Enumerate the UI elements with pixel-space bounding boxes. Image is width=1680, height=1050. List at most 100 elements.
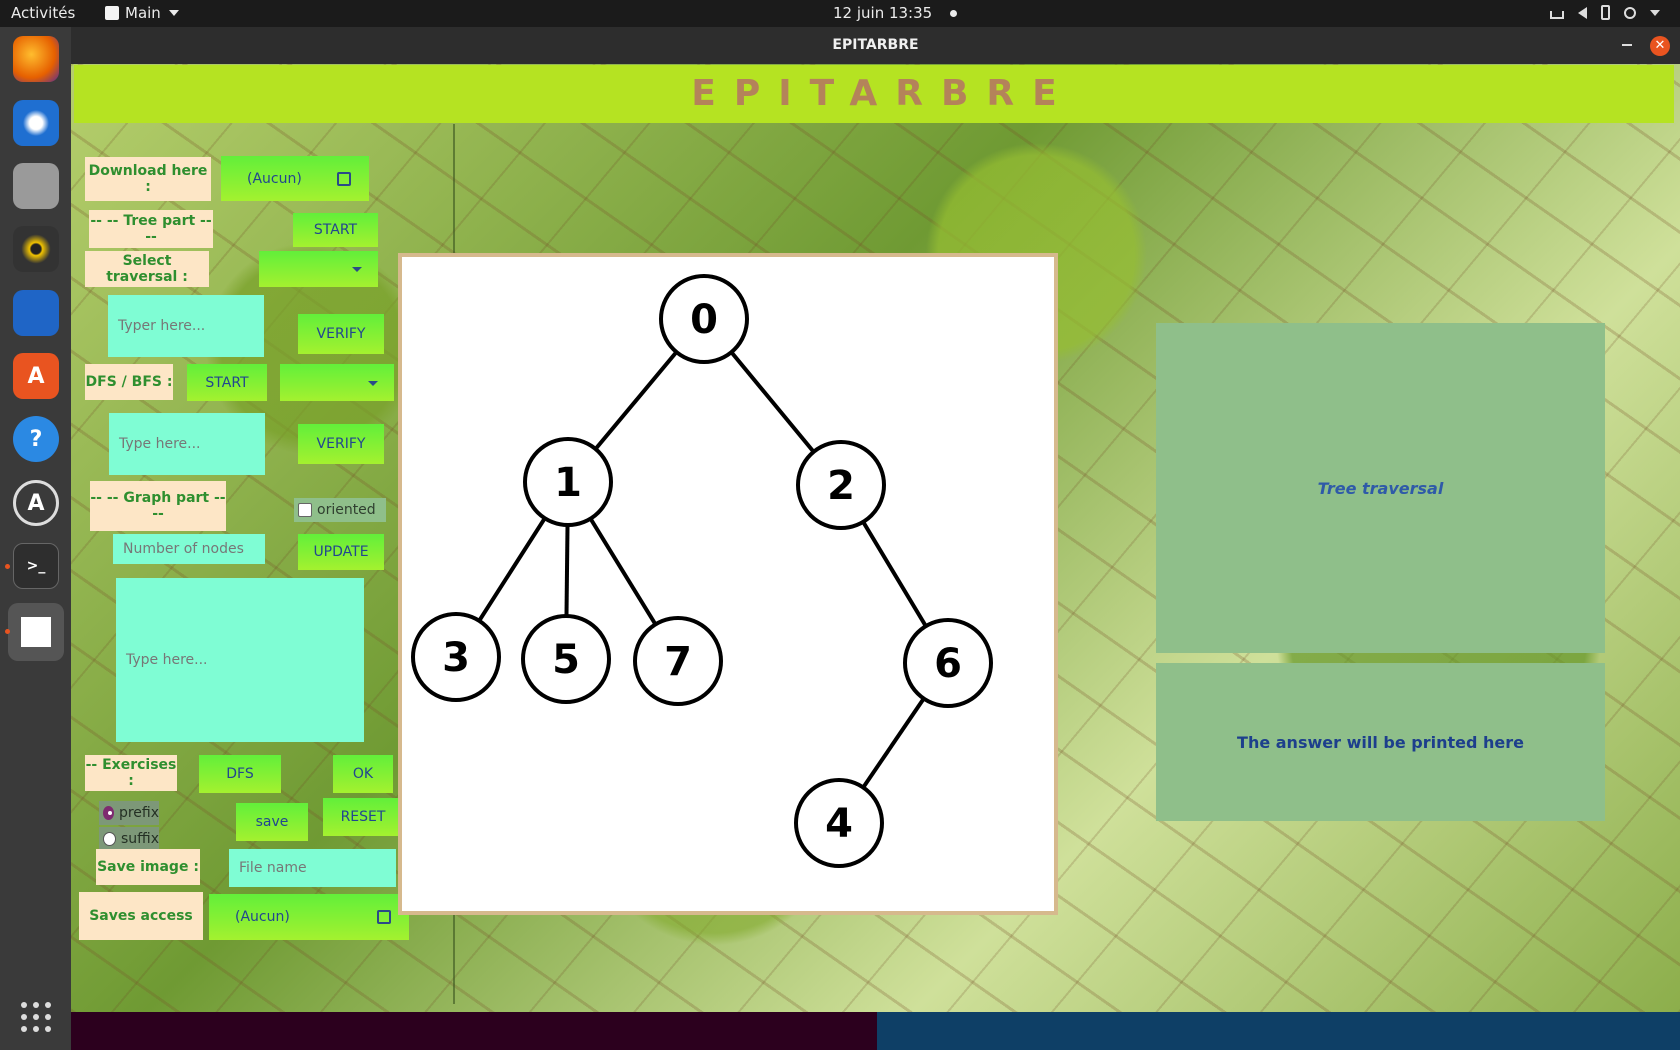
traversal-title: Tree traversal — [1317, 478, 1444, 498]
tree-node-0: 0 — [659, 274, 749, 364]
verify-traversal-button[interactable]: VERIFY — [298, 314, 384, 354]
prefix-radio[interactable]: prefix — [99, 801, 159, 825]
traversal-panel: Tree traversal — [1156, 323, 1605, 653]
tree-node-5: 5 — [521, 614, 611, 704]
epitarbre-app-icon[interactable] — [8, 603, 64, 661]
download-label: Download here : — [85, 157, 211, 201]
tree-start-button[interactable]: START — [293, 213, 378, 247]
clock-datetime: 12 juin 13:35 — [833, 4, 933, 22]
running-indicator — [5, 564, 10, 569]
running-indicator — [5, 629, 10, 634]
software-center-icon[interactable]: A — [13, 353, 59, 399]
download-file-chooser[interactable]: (Aucun) — [221, 156, 369, 201]
chevron-down-icon — [1650, 9, 1660, 16]
answer-panel: The answer will be printed here — [1156, 663, 1605, 821]
file-name-input[interactable]: File name — [229, 849, 396, 887]
select-traversal-label: Select traversal : — [85, 251, 209, 287]
minimize-icon[interactable] — [1622, 44, 1632, 46]
traversal-input[interactable]: Typer here... — [108, 295, 264, 357]
ok-button[interactable]: OK — [333, 755, 393, 793]
reset-button[interactable]: RESET — [323, 798, 403, 836]
taskbar-strip — [71, 1012, 1680, 1050]
answer-text: The answer will be printed here — [1237, 732, 1524, 752]
chevron-down-icon — [168, 10, 179, 16]
tree-node-4: 4 — [794, 778, 884, 868]
activities-button[interactable]: Activités — [11, 4, 75, 22]
chevron-down-icon — [352, 267, 362, 272]
show-applications-icon[interactable] — [21, 1002, 51, 1032]
tree-part-label: -- -- Tree part -- -- — [89, 210, 213, 248]
save-button[interactable]: save — [236, 803, 308, 841]
tree-node-7: 7 — [633, 616, 723, 706]
download-file-value: (Aucun) — [247, 170, 302, 187]
traversal-select[interactable] — [259, 251, 378, 287]
update-button[interactable]: UPDATE — [298, 534, 384, 570]
graph-part-label: -- -- Graph part -- -- — [90, 481, 226, 531]
prefix-label: prefix — [118, 805, 159, 821]
clock[interactable]: 12 juin 13:35 — [833, 4, 958, 22]
tree-graph: 0 1 2 3 5 7 6 4 — [411, 274, 993, 868]
exercises-label: -- Exercises : — [85, 755, 177, 791]
software-updater-icon[interactable]: A — [13, 480, 59, 526]
notification-dot-icon — [950, 9, 958, 17]
tree-node-6: 6 — [903, 618, 993, 708]
suffix-label: suffix — [121, 831, 159, 847]
help-icon[interactable]: ? — [13, 416, 59, 462]
saves-file-chooser[interactable]: (Aucun) — [209, 894, 409, 940]
tree-node-label: 7 — [664, 639, 692, 685]
verify-dfs-button[interactable]: VERIFY — [298, 424, 384, 464]
terminal-icon[interactable]: >_ — [13, 543, 59, 589]
dock: A ? A >_ — [0, 27, 71, 1050]
number-of-nodes-input[interactable]: Number of nodes — [113, 534, 265, 564]
tree-node-2: 2 — [796, 440, 886, 530]
tree-canvas[interactable]: 0 1 2 3 5 7 6 4 — [398, 253, 1058, 915]
app-menu-label: Main — [125, 4, 161, 22]
tree-node-label: 3 — [442, 635, 470, 681]
file-icon — [337, 171, 351, 186]
tree-node-label: 1 — [554, 460, 582, 506]
battery-icon — [1601, 5, 1610, 20]
firefox-icon[interactable] — [13, 36, 59, 82]
saves-access-label: Saves access — [79, 892, 203, 940]
suffix-radio[interactable]: suffix — [99, 827, 159, 851]
system-tray[interactable] — [1550, 5, 1660, 20]
libreoffice-writer-icon[interactable] — [13, 290, 59, 336]
save-image-label: Save image : — [96, 849, 200, 885]
radio-unselected-icon — [103, 832, 116, 846]
tree-node-label: 5 — [552, 637, 580, 683]
tree-node-3: 3 — [411, 612, 501, 702]
radio-selected-icon — [103, 806, 114, 820]
tree-node-1: 1 — [523, 437, 613, 527]
tree-node-label: 0 — [690, 297, 718, 343]
dfs-exercise-button[interactable]: DFS — [199, 755, 281, 793]
files-icon[interactable] — [13, 163, 59, 209]
volume-icon — [1578, 6, 1587, 19]
oriented-label: oriented — [317, 502, 376, 518]
chevron-down-icon — [368, 380, 378, 386]
app-menu[interactable]: Main — [105, 4, 179, 22]
power-icon — [1624, 6, 1636, 19]
app-title: EPITARBRE — [691, 73, 1075, 114]
dfs-start-button[interactable]: START — [187, 364, 267, 401]
window-titlebar[interactable]: EPITARBRE ✕ — [71, 27, 1680, 64]
thunderbird-icon[interactable] — [13, 100, 59, 146]
saves-file-value: (Aucun) — [235, 909, 290, 925]
taskbar-strip-right — [877, 1012, 1680, 1050]
tree-node-label: 4 — [825, 801, 853, 847]
tree-node-label: 6 — [934, 641, 962, 687]
network-icon — [1550, 10, 1564, 19]
window-title: EPITARBRE — [832, 37, 919, 53]
tree-node-label: 2 — [827, 463, 855, 509]
app-content: EPITARBRE Download here : (Aucun) -- -- … — [71, 64, 1680, 1012]
close-icon[interactable]: ✕ — [1650, 36, 1670, 56]
file-icon — [377, 910, 391, 924]
app-icon — [105, 6, 119, 20]
dfs-input[interactable]: Type here... — [109, 413, 265, 475]
dfs-bfs-label: DFS / BFS : — [85, 364, 173, 400]
oriented-checkbox[interactable]: oriented — [294, 498, 386, 522]
system-top-bar: Activités Main 12 juin 13:35 — [0, 0, 1680, 27]
graph-text-input[interactable]: Type here... — [116, 578, 364, 742]
rhythmbox-icon[interactable] — [13, 226, 59, 272]
app-window-icon — [21, 617, 51, 647]
dfs-bfs-select[interactable] — [280, 364, 394, 401]
